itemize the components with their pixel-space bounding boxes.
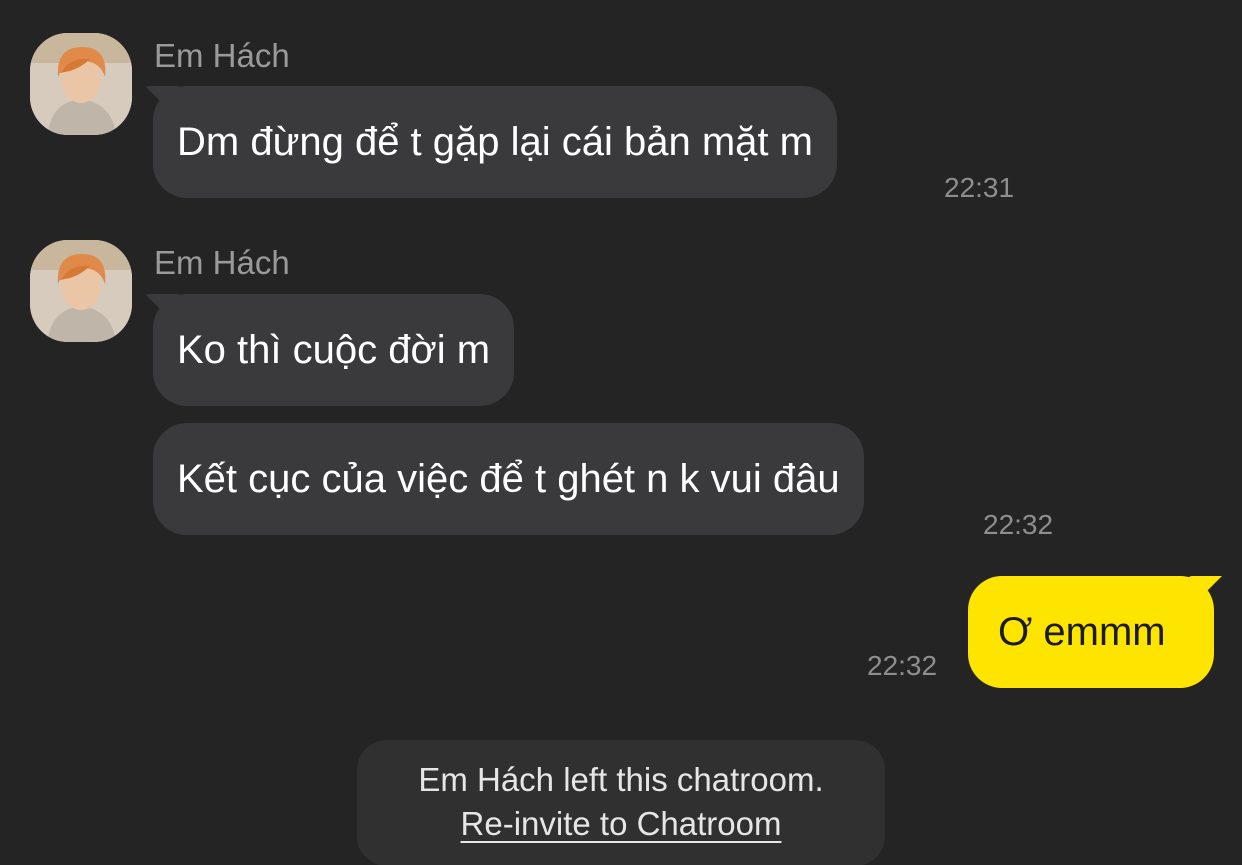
message-text: Dm đừng để t gặp lại cái bản mặt m bbox=[177, 120, 813, 164]
sender-avatar[interactable] bbox=[30, 33, 132, 135]
reinvite-link[interactable]: Re-invite to Chatroom bbox=[461, 805, 782, 842]
message-text: Ko thì cuộc đời m bbox=[177, 328, 491, 372]
left-chatroom-notice: Em Hách left this chatroom. Re-invite to… bbox=[357, 740, 885, 865]
sender-name: Em Hách bbox=[154, 37, 290, 74]
sender-name: Em Hách bbox=[154, 244, 290, 281]
message-bubble[interactable]: Dm đừng để t gặp lại cái bản mặt m bbox=[153, 86, 837, 198]
my-message-bubble[interactable]: Ơ emmm bbox=[968, 576, 1214, 688]
notice-text: Em Hách left this chatroom. bbox=[418, 761, 824, 798]
message-text: Ơ emmm bbox=[998, 610, 1166, 654]
profile-photo-icon bbox=[30, 33, 132, 135]
message-time: 22:32 bbox=[983, 509, 1054, 540]
message-time: 22:31 bbox=[944, 172, 1015, 203]
sender-avatar[interactable] bbox=[30, 240, 132, 342]
message-bubble[interactable]: Ko thì cuộc đời m bbox=[153, 294, 515, 406]
message-bubble[interactable]: Kết cục của việc để t ghét n k vui đâu bbox=[153, 423, 864, 535]
message-text: Kết cục của việc để t ghét n k vui đâu bbox=[177, 457, 840, 501]
message-time: 22:32 bbox=[867, 650, 938, 681]
chat-view: Em Hách Dm đừng để t gặp lại cái bản mặt… bbox=[0, 0, 1242, 865]
profile-photo-icon bbox=[30, 240, 132, 342]
